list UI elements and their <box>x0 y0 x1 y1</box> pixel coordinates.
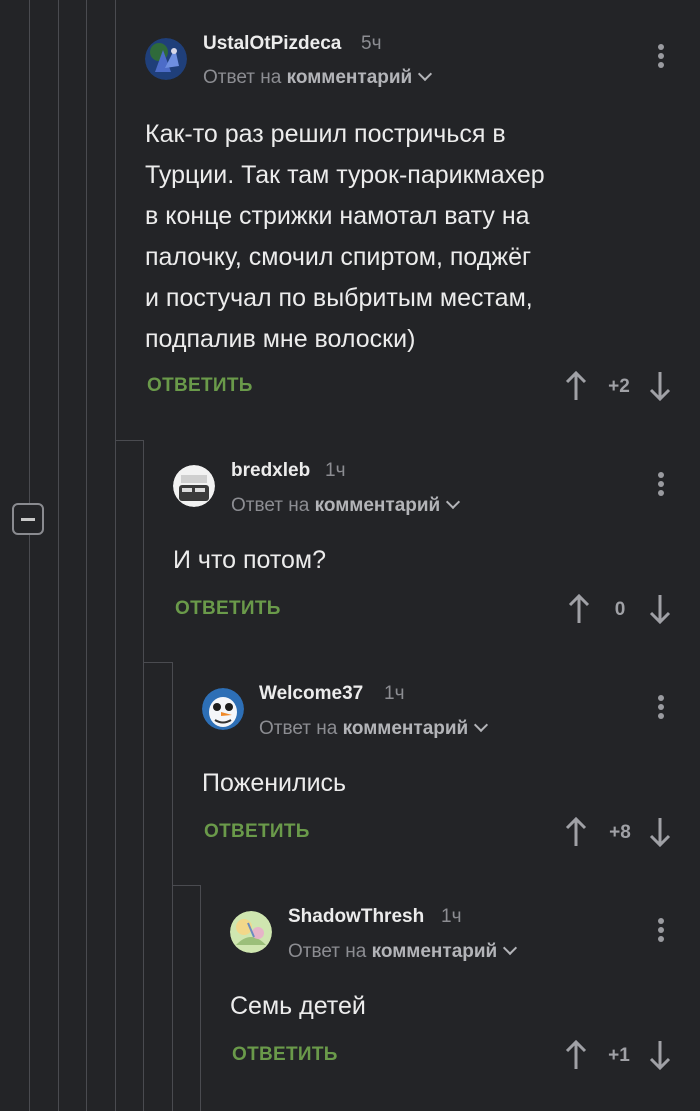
collapse-thread-button[interactable] <box>12 503 44 535</box>
arrow-up-icon[interactable] <box>564 816 588 847</box>
vote-score: +2 <box>608 376 630 397</box>
arrow-up-icon[interactable] <box>564 1039 588 1070</box>
timestamp: 5ч <box>361 33 382 54</box>
comment: ShadowThresh 1ч Ответ на комментарий Сем… <box>230 906 700 1086</box>
chevron-down-icon <box>446 494 461 510</box>
vote-score: +8 <box>609 822 631 843</box>
reply-button[interactable]: ОТВЕТИТЬ <box>147 375 253 397</box>
thread-line <box>200 885 201 1111</box>
reply-target: комментарий <box>342 718 469 739</box>
chevron-down-icon <box>418 66 433 82</box>
reply-target: комментарий <box>286 67 413 88</box>
reply-prefix: Ответ на <box>231 495 310 516</box>
comment-line: подпалив мне волоски) <box>145 325 416 353</box>
reply-target: комментарий <box>371 941 498 962</box>
comment: bredxleb 1ч Ответ на комментарий И что п… <box>173 460 700 630</box>
thread-line <box>172 662 173 1111</box>
more-vertical-icon[interactable] <box>657 918 665 946</box>
comment: Welcome37 1ч Ответ на комментарий Пожени… <box>202 683 700 853</box>
arrow-down-icon[interactable] <box>648 371 672 402</box>
reply-prefix: Ответ на <box>259 718 338 739</box>
more-vertical-icon[interactable] <box>657 695 665 723</box>
comment-line: и постучал по выбритым местам, <box>145 284 533 312</box>
avatar[interactable] <box>173 465 215 507</box>
arrow-down-icon[interactable] <box>648 594 672 625</box>
thread-connector <box>172 885 200 886</box>
username[interactable]: UstalOtPizdeca <box>203 33 341 55</box>
reply-to-link[interactable]: Ответ на комментарий <box>288 940 518 963</box>
arrow-down-icon[interactable] <box>648 1040 672 1071</box>
thread-line <box>143 440 144 1111</box>
timestamp: 1ч <box>384 683 405 704</box>
reply-button[interactable]: ОТВЕТИТЬ <box>204 821 310 843</box>
chevron-down-icon <box>474 717 489 733</box>
reply-target: комментарий <box>314 495 441 516</box>
chevron-down-icon <box>503 940 518 956</box>
reply-button[interactable]: ОТВЕТИТЬ <box>175 598 281 620</box>
vote-score: +1 <box>608 1045 630 1066</box>
comment-text: Как-то раз решил постричься в Турции. Та… <box>145 114 615 360</box>
more-vertical-icon[interactable] <box>657 44 665 72</box>
reply-to-link[interactable]: Ответ на комментарий <box>231 494 461 517</box>
username[interactable]: ShadowThresh <box>288 906 424 928</box>
comment-line: Семь детей <box>230 992 366 1020</box>
thread-line <box>86 0 87 1111</box>
reply-prefix: Ответ на <box>288 941 367 962</box>
thread-connector <box>115 440 143 441</box>
comment-line: Поженились <box>202 769 347 797</box>
comment: UstalOtPizdeca 5ч Ответ на комментарий К… <box>145 30 700 410</box>
reply-button[interactable]: ОТВЕТИТЬ <box>232 1044 338 1066</box>
reply-to-link[interactable]: Ответ на комментарий <box>203 66 433 89</box>
timestamp: 1ч <box>441 906 462 927</box>
arrow-up-icon[interactable] <box>564 370 588 401</box>
thread-connector <box>143 662 172 663</box>
comment-line: Как-то раз решил постричься в <box>145 120 506 148</box>
comment-line: в конце стрижки намотал вату на <box>145 202 530 230</box>
reply-to-link[interactable]: Ответ на комментарий <box>259 717 489 740</box>
comment-line: Турции. Так там турок-парикмахер <box>145 161 545 189</box>
comment-line: палочку, смочил спиртом, поджёг <box>145 243 532 271</box>
comment-line: И что потом? <box>173 546 327 574</box>
username[interactable]: Welcome37 <box>259 683 363 705</box>
reply-prefix: Ответ на <box>203 67 282 88</box>
avatar[interactable] <box>202 688 244 730</box>
thread-line <box>115 0 116 1111</box>
thread-line <box>58 0 59 1111</box>
avatar[interactable] <box>230 911 272 953</box>
arrow-down-icon[interactable] <box>648 817 672 848</box>
vote-score: 0 <box>614 599 626 620</box>
timestamp: 1ч <box>325 460 346 481</box>
comment-text: Поженились <box>202 763 346 804</box>
more-vertical-icon[interactable] <box>657 472 665 500</box>
comment-text: Семь детей <box>230 986 366 1027</box>
avatar[interactable] <box>145 38 187 80</box>
username[interactable]: bredxleb <box>231 460 310 482</box>
comment-text: И что потом? <box>173 540 326 581</box>
arrow-up-icon[interactable] <box>567 593 591 624</box>
thread-line <box>29 0 30 1111</box>
